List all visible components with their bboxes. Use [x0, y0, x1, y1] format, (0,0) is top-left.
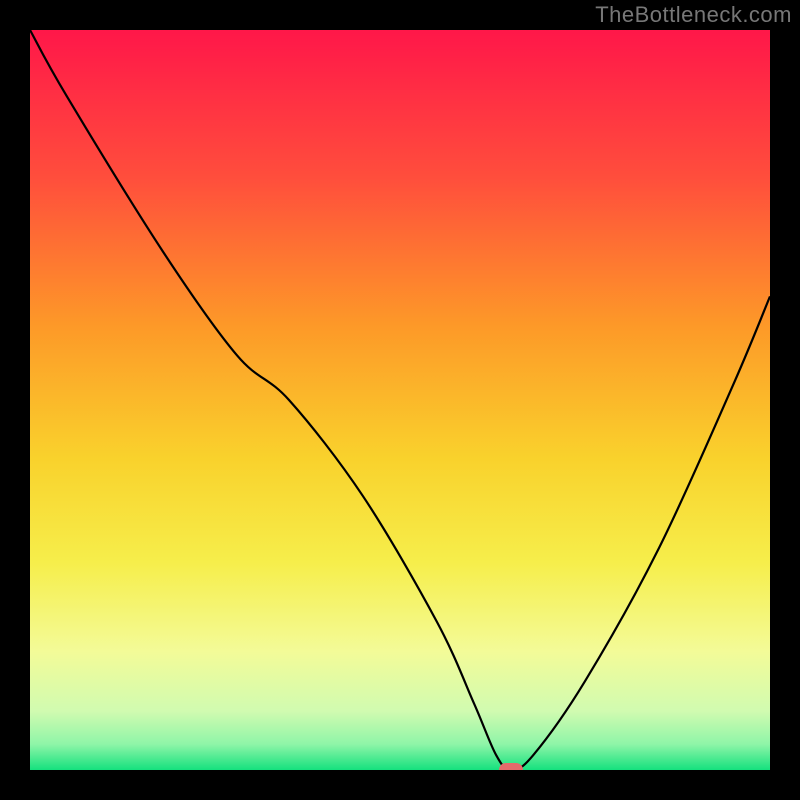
minimum-marker — [499, 763, 523, 770]
chart-frame: TheBottleneck.com — [0, 0, 800, 800]
bottleneck-curve — [30, 30, 770, 770]
plot-area — [30, 30, 770, 770]
watermark-text: TheBottleneck.com — [595, 2, 792, 28]
